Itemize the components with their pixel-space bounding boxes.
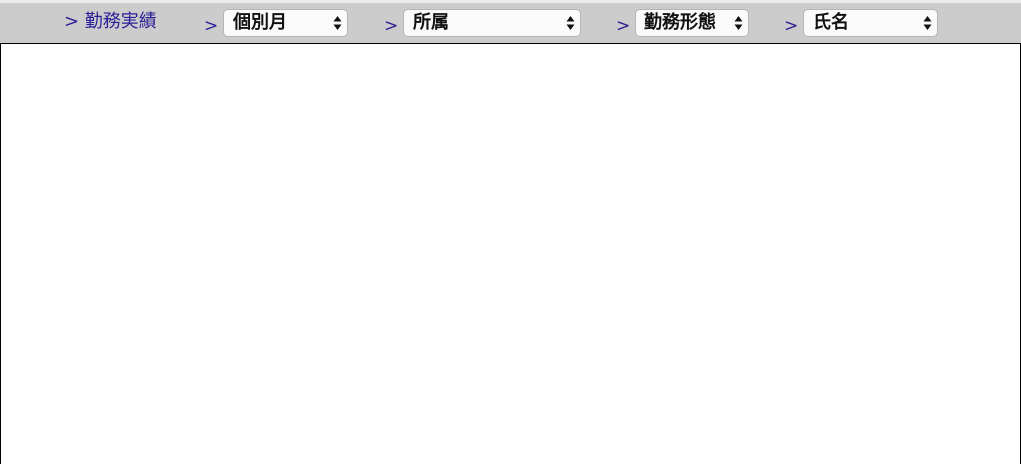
select-arrows-icon [923,16,932,30]
name-select[interactable]: 氏名 [803,9,938,37]
month-select-value: 個別月 [233,12,287,33]
select-arrows-icon [566,16,575,30]
breadcrumb-root-link[interactable]: > 勤務実績 [64,11,157,33]
breadcrumb-separator: > [384,16,399,36]
breadcrumb-separator: > [784,16,799,36]
content-frame [0,43,1021,464]
select-arrows-icon [333,16,342,30]
department-select[interactable]: 所属 [403,9,581,37]
breadcrumb-separator: > [616,16,631,36]
month-select[interactable]: 個別月 [223,9,348,37]
select-arrows-icon [734,16,743,30]
name-select-value: 氏名 [813,12,849,33]
department-select-value: 所属 [413,12,449,33]
breadcrumb-separator: > [204,16,219,36]
work-type-select-value: 勤務形態 [644,12,716,33]
work-type-select[interactable]: 勤務形態 [635,9,749,37]
